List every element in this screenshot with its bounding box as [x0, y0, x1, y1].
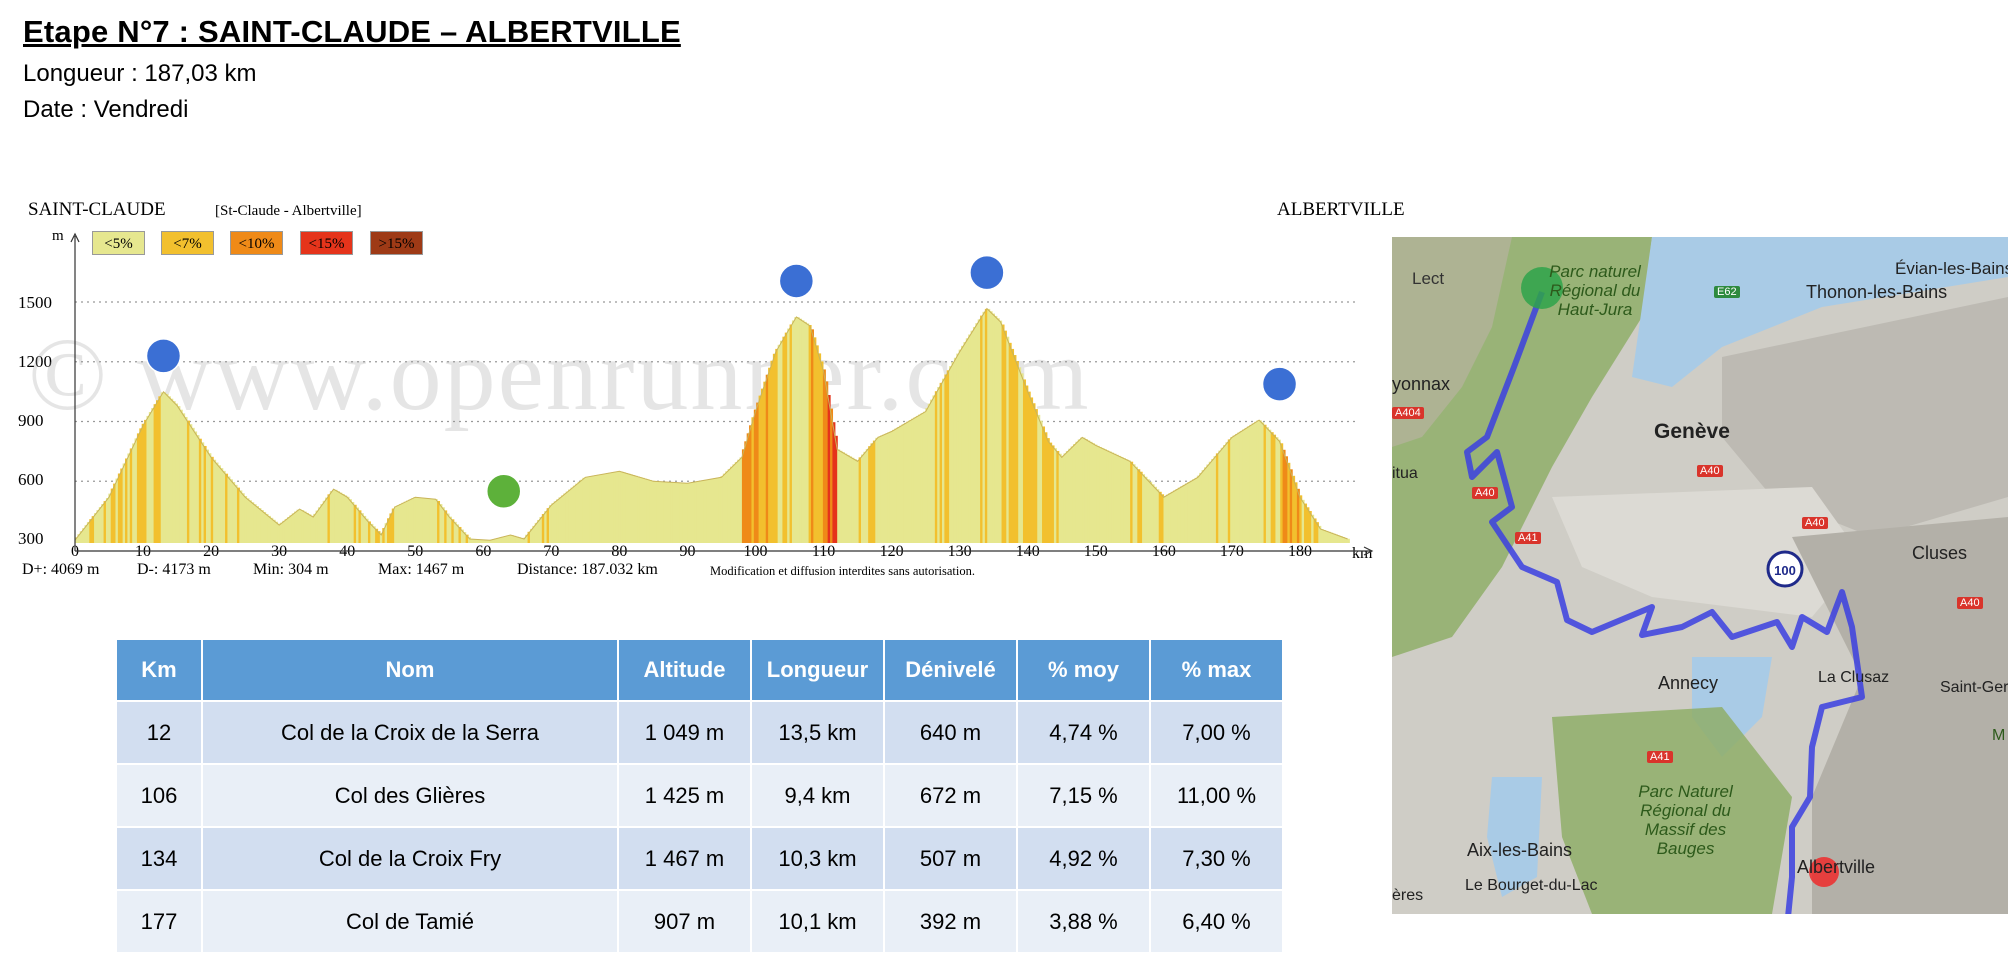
table-cell: 6,40 % [1149, 889, 1284, 954]
table-cell: 7,30 % [1149, 826, 1284, 891]
table-cell: 12 [115, 700, 203, 765]
table-row: 12 Col de la Croix de la Serra 1 049 m 1… [115, 700, 1284, 765]
table-cell: Col de la Croix de la Serra [201, 700, 619, 765]
stat-min: Min: 304 m [253, 561, 329, 578]
road-badge-a41: A41 [1647, 751, 1673, 763]
column-header: Nom [201, 638, 619, 702]
table-cell: Col de Tamié [201, 889, 619, 954]
table-cell: 11,00 % [1149, 763, 1284, 828]
map-label-saint-gervais: Saint-Gerv [1940, 679, 2008, 696]
map-label-m: M [1992, 727, 2006, 744]
map-label-nantua: itua [1392, 465, 1418, 482]
stat-dplus: D+: 4069 m [22, 561, 100, 578]
climb-marker [1261, 366, 1298, 402]
table-cell: 1 425 m [617, 763, 752, 828]
column-header: % max [1149, 638, 1284, 702]
table-cell: 4,92 % [1016, 826, 1151, 891]
table-cell: 13,5 km [750, 700, 885, 765]
table-cell: Col des Glières [201, 763, 619, 828]
km-marker-label: 100 [1774, 563, 1796, 578]
table-cell: 907 m [617, 889, 752, 954]
road-badge-a40: A40 [1697, 465, 1723, 477]
column-header: Km [115, 638, 203, 702]
map-label-oyonnax: yonnax [1392, 374, 1451, 394]
table-cell: 10,1 km [750, 889, 885, 954]
map-label-cluses: Cluses [1912, 543, 1968, 563]
table-cell: 4,74 % [1016, 700, 1151, 765]
column-header: Longueur [750, 638, 885, 702]
map-label-evian: Évian-les-Bains [1895, 259, 2008, 278]
climb-marker [969, 254, 1005, 291]
profile-chart [70, 232, 1374, 556]
table-cell: 507 m [883, 826, 1018, 891]
table-row: 134 Col de la Croix Fry 1 467 m 10,3 km … [115, 826, 1284, 891]
road-badge-a40: A40 [1802, 517, 1828, 529]
column-header: Altitude [617, 638, 752, 702]
road-badge-a40: A40 [1472, 487, 1498, 499]
stat-notice: Modification et diffusion interdites san… [710, 564, 976, 578]
table-cell: 1 467 m [617, 826, 752, 891]
map-label-albertville: Albertville [1797, 857, 1876, 877]
table-cell: 106 [115, 763, 203, 828]
road-badge-a40: A40 [1957, 597, 1983, 609]
table-cell: 392 m [883, 889, 1018, 954]
road-badge-a41: A41 [1515, 532, 1541, 544]
road-badge-e62: E62 [1714, 286, 1740, 298]
road-badge-a404: A404 [1392, 407, 1424, 419]
table-cell: 672 m [883, 763, 1018, 828]
sprint-marker [485, 473, 522, 509]
table-cell: 177 [115, 889, 203, 954]
climb-marker [778, 263, 815, 299]
map-label-la-clusaz: La Clusaz [1818, 669, 1890, 686]
table-cell: 10,3 km [750, 826, 885, 891]
table-cell: 7,15 % [1016, 763, 1151, 828]
map-label-geneve: Genève [1654, 420, 1730, 443]
map-label-aix-les-bains: Aix-les-Bains [1467, 840, 1573, 860]
map-label-lect: Lect [1412, 269, 1445, 288]
table-cell: 640 m [883, 700, 1018, 765]
table-cell: 1 049 m [617, 700, 752, 765]
climbs-table: Km Nom Altitude Longueur Dénivelé % moy … [115, 638, 1284, 954]
map-label-annecy: Annecy [1658, 673, 1719, 693]
table-cell: 9,4 km [750, 763, 885, 828]
stat-max: Max: 1467 m [378, 561, 465, 578]
map-label-thonon: Thonon-les-Bains [1806, 282, 1948, 302]
column-header: % moy [1016, 638, 1151, 702]
table-cell: 7,00 % [1149, 700, 1284, 765]
map-label-parc-bauges: Parc Naturel Régional du Massif des Baug… [1638, 782, 1733, 858]
climb-marker [145, 338, 182, 374]
table-cell: 3,88 % [1016, 889, 1151, 954]
table-row: 106 Col des Glières 1 425 m 9,4 km 672 m… [115, 763, 1284, 828]
table-header-row: Km Nom Altitude Longueur Dénivelé % moy … [115, 638, 1284, 702]
table-cell: Col de la Croix Fry [201, 826, 619, 891]
stat-distance: Distance: 187.032 km [517, 561, 658, 578]
map-label-eres: ères [1392, 887, 1424, 904]
table-cell: 134 [115, 826, 203, 891]
stat-dminus: D-: 4173 m [137, 561, 211, 578]
map-label-le-bourget-du-lac: Le Bourget-du-Lac [1465, 877, 1598, 894]
table-row: 177 Col de Tamié 907 m 10,1 km 392 m 3,8… [115, 889, 1284, 954]
map-label-parc-jura: Parc naturel Régional du Haut-Jura [1549, 262, 1641, 319]
column-header: Dénivelé [883, 638, 1018, 702]
route-map[interactable]: Lect Parc naturel Régional du Haut-Jura … [1392, 237, 2008, 914]
